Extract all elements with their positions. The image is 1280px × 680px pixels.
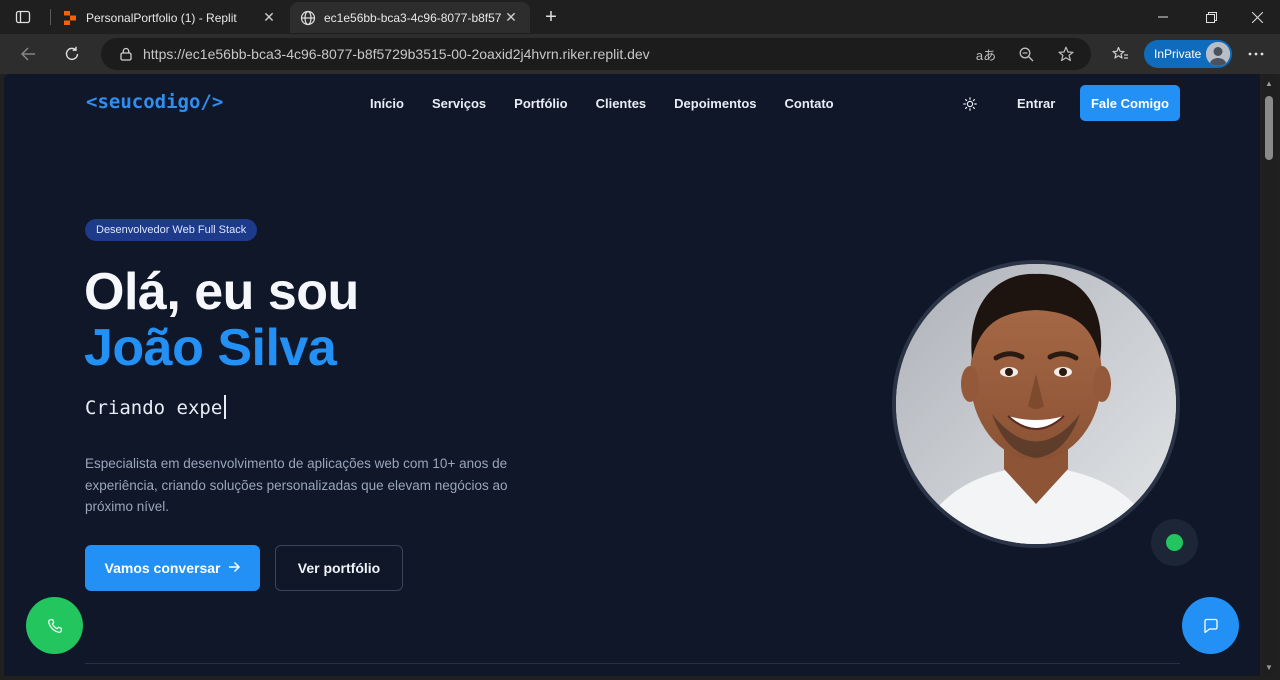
- whatsapp-phone-button[interactable]: [26, 597, 83, 654]
- new-tab-icon[interactable]: +: [538, 5, 564, 29]
- inprivate-badge[interactable]: InPrivate: [1144, 40, 1232, 68]
- lets-talk-label: Vamos conversar: [104, 560, 221, 576]
- hero-name: João Silva: [84, 319, 337, 377]
- tab-replit[interactable]: PersonalPortfolio (1) - Replit ✕: [52, 2, 288, 33]
- typing-cursor: [224, 395, 227, 419]
- hero-description: Especialista em desenvolvimento de aplic…: [85, 456, 508, 514]
- tab-title: ec1e56bb-bca3-4c96-8077-b8f57: [324, 10, 502, 25]
- section-divider: [85, 663, 1180, 664]
- globe-icon: [300, 10, 316, 26]
- refresh-icon[interactable]: [56, 38, 88, 70]
- site-logo[interactable]: <seucodigo/>: [86, 91, 223, 113]
- login-link[interactable]: Entrar: [1017, 96, 1055, 111]
- lets-talk-button[interactable]: Vamos conversar: [85, 545, 260, 591]
- browser-toolbar: https://ec1e56bb-bca3-4c96-8077-b8f5729b…: [0, 34, 1280, 74]
- hero-heading: Olá, eu sou João Silva: [84, 264, 359, 376]
- close-tab-icon[interactable]: ✕: [502, 9, 520, 27]
- tab-separator: [50, 9, 51, 25]
- favorites-icon[interactable]: [1104, 38, 1136, 70]
- tab-title: PersonalPortfolio (1) - Replit: [86, 10, 237, 25]
- profile-avatar: [1206, 42, 1230, 66]
- contact-me-button[interactable]: Fale Comigo: [1080, 85, 1180, 121]
- zoom-icon[interactable]: [1009, 41, 1043, 67]
- inprivate-label: InPrivate: [1154, 47, 1202, 61]
- tab-actions-icon[interactable]: [8, 5, 38, 29]
- scroll-up-icon[interactable]: ▲: [1265, 80, 1273, 88]
- page-viewport: <seucodigo/> Início Serviços Portfólio C…: [4, 74, 1260, 676]
- browser-tab-bar: PersonalPortfolio (1) - Replit ✕ ec1e56b…: [0, 0, 1280, 34]
- hero-greeting: Olá, eu sou: [84, 263, 359, 321]
- nav-link-servicos[interactable]: Serviços: [432, 96, 486, 111]
- nav-link-contato[interactable]: Contato: [785, 96, 834, 111]
- main-nav: Início Serviços Portfólio Clientes Depoi…: [370, 96, 834, 111]
- profile-photo: [896, 264, 1176, 544]
- favorite-star-icon[interactable]: [1049, 41, 1083, 67]
- replit-favicon-icon: [62, 10, 78, 26]
- chat-bubble-icon: [1203, 618, 1218, 633]
- nav-link-inicio[interactable]: Início: [370, 96, 404, 111]
- nav-link-portfolio[interactable]: Portfólio: [514, 96, 567, 111]
- close-tab-icon[interactable]: ✕: [260, 9, 278, 27]
- chat-button[interactable]: [1182, 597, 1239, 654]
- page-scrollbar[interactable]: ▲ ▼: [1262, 74, 1276, 676]
- url-text: https://ec1e56bb-bca3-4c96-8077-b8f5729b…: [143, 46, 650, 62]
- minimize-icon[interactable]: [1140, 0, 1186, 34]
- back-icon[interactable]: [12, 38, 44, 70]
- online-status-dot: [1166, 534, 1183, 551]
- typing-text-value: Criando expe: [85, 397, 223, 419]
- scroll-down-icon[interactable]: ▼: [1265, 664, 1273, 672]
- nav-link-clientes[interactable]: Clientes: [596, 96, 647, 111]
- arrow-right-icon: [228, 560, 241, 576]
- tab-portfolio[interactable]: ec1e56bb-bca3-4c96-8077-b8f57 ✕: [290, 2, 530, 33]
- typing-text: Criando expe: [85, 395, 227, 419]
- more-menu-icon[interactable]: [1240, 38, 1272, 70]
- close-window-icon[interactable]: [1234, 0, 1280, 34]
- scrollbar-thumb[interactable]: [1265, 96, 1273, 160]
- view-portfolio-button[interactable]: Ver portfólio: [275, 545, 403, 591]
- restore-icon[interactable]: [1188, 0, 1234, 34]
- lock-icon[interactable]: [109, 47, 143, 61]
- phone-icon: [47, 618, 62, 633]
- address-bar[interactable]: https://ec1e56bb-bca3-4c96-8077-b8f5729b…: [101, 38, 1091, 70]
- online-status-indicator: [1151, 519, 1198, 566]
- theme-toggle-sun-icon[interactable]: [960, 94, 980, 114]
- nav-link-depoimentos[interactable]: Depoimentos: [674, 96, 756, 111]
- role-badge: Desenvolvedor Web Full Stack: [85, 219, 258, 241]
- read-aloud-icon[interactable]: aあ: [969, 41, 1003, 67]
- profile-photo-frame: [892, 260, 1180, 548]
